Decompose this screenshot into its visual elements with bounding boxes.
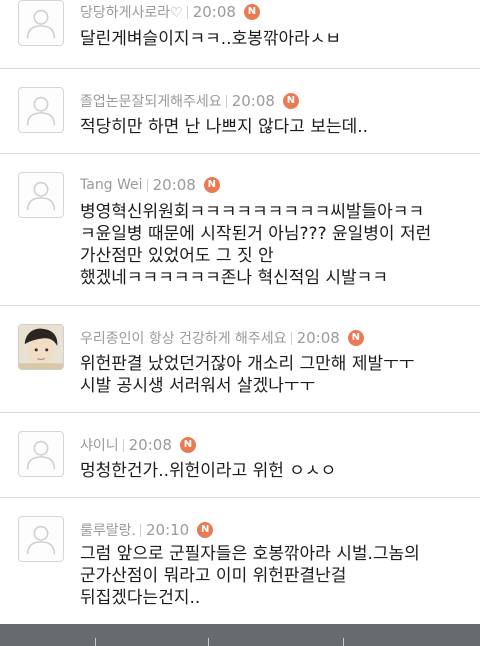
comment-item: 우리종인이 항상 건강하게 해주세요 20:08 N 위헌판결 났었던거잖아 개… — [0, 306, 480, 413]
comment-text: 그럼 앞으로 군필자들은 호봉깎아라 시벌.그놈의 군가산점이 뭐라고 이미 위… — [80, 544, 420, 608]
timestamp: 20:08 — [152, 176, 196, 194]
photo-avatar[interactable] — [18, 324, 64, 370]
comment-meta: 룰루랄랑. 20:10 N — [80, 520, 214, 540]
nickname[interactable]: 샤이니 — [80, 435, 119, 455]
nickname[interactable]: 우리종인이 항상 건강하게 해주세요 — [80, 328, 287, 348]
toolbar-divider — [95, 638, 96, 646]
nickname[interactable]: 룰루랄랑. — [80, 520, 136, 540]
default-avatar-icon[interactable] — [18, 87, 64, 133]
toolbar-divider — [208, 638, 209, 646]
new-badge: N — [347, 330, 364, 346]
timestamp: 20:08 — [128, 436, 172, 454]
comment-meta: 샤이니 20:08 N — [80, 435, 196, 455]
comment-item: 샤이니 20:08 N 멍청한건가..위헌이라고 위헌 ㅇㅅㅇ — [0, 413, 480, 498]
comment-meta: 당당하게사로라♡ 20:08 N — [80, 2, 260, 22]
divider — [225, 94, 227, 108]
comment-text: 위헌판결 났었던거잖아 개소리 그만해 제발ㅜㅜ 시발 공시생 서러워서 살겠나… — [80, 354, 415, 396]
comment-text: 멍청한건가..위헌이라고 위헌 ㅇㅅㅇ — [80, 461, 337, 481]
new-badge: N — [203, 177, 220, 193]
timestamp: 20:08 — [296, 329, 340, 347]
new-badge: N — [179, 437, 196, 453]
default-avatar-icon[interactable] — [18, 0, 64, 46]
toolbar-divider — [343, 638, 344, 646]
comment-item: 졸업논문잘되게해주세요 20:08 N 적당히만 하면 난 나쁘지 않다고 보는… — [0, 69, 480, 154]
default-avatar-icon[interactable] — [18, 516, 64, 562]
timestamp: 20:10 — [145, 521, 190, 539]
comment-meta: Tang Wei 20:08 N — [80, 176, 220, 194]
divider — [139, 523, 141, 537]
nickname[interactable]: Tang Wei — [80, 177, 143, 193]
nickname[interactable]: 졸업논문잘되게해주세요 — [80, 91, 222, 111]
new-badge: N — [282, 93, 299, 109]
comment-meta: 졸업논문잘되게해주세요 20:08 N — [80, 91, 299, 111]
timestamp: 20:08 — [192, 3, 236, 21]
new-badge: N — [243, 4, 260, 20]
default-avatar-icon[interactable] — [18, 431, 64, 477]
bottom-toolbar[interactable] — [0, 624, 480, 646]
comment-item: Tang Wei 20:08 N 병영혁신위원회ㅋㅋㅋㅋㅋㅋㅋㅋㅋ씨발들아ㅋㅋ … — [0, 154, 480, 306]
divider — [146, 178, 148, 192]
default-avatar-icon[interactable] — [18, 172, 64, 218]
divider — [186, 5, 188, 19]
timestamp: 20:08 — [231, 92, 275, 110]
comment-text: 적당히만 하면 난 나쁘지 않다고 보는데.. — [80, 117, 369, 137]
nickname[interactable]: 당당하게사로라♡ — [80, 2, 183, 22]
new-badge: N — [197, 522, 214, 538]
comment-text: 달린게벼슬이지ㅋㅋ..호봉깎아라ㅅㅂ — [80, 29, 342, 49]
comment-meta: 우리종인이 항상 건강하게 해주세요 20:08 N — [80, 328, 364, 348]
divider — [290, 331, 292, 345]
comment-item: 룰루랄랑. 20:10 N 그럼 앞으로 군필자들은 호봉깎아라 시벌.그놈의 … — [0, 498, 480, 624]
comment-text: 병영혁신위원회ㅋㅋㅋㅋㅋㅋㅋㅋㅋ씨발들아ㅋㅋ ㅋ윤일병 때문에 시작된거 아님?… — [80, 202, 432, 288]
comment-item: 당당하게사로라♡ 20:08 N 달린게벼슬이지ㅋㅋ..호봉깎아라ㅅㅂ — [0, 0, 480, 69]
divider — [122, 438, 124, 452]
